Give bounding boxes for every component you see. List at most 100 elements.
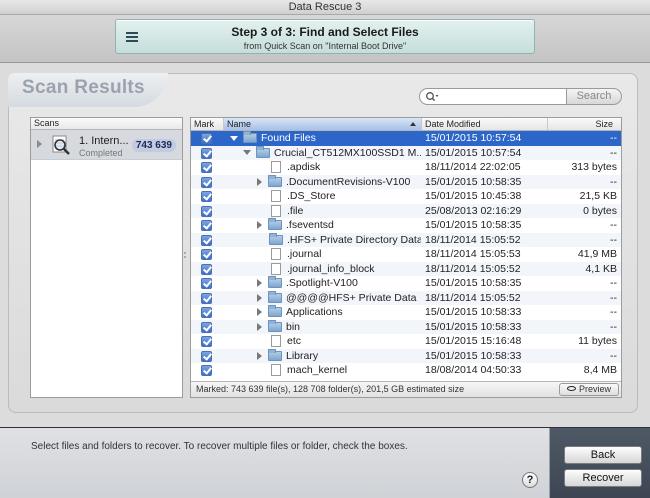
files-table-header: Mark Name Date Modified Size (191, 118, 621, 131)
back-button[interactable]: Back (564, 446, 642, 464)
table-row[interactable]: Crucial_CT512MX100SSD1 M... 15/01/2015 10… (191, 145, 621, 160)
table-row[interactable]: .HFS+ Private Directory Data 18/11/2014 1… (191, 232, 621, 248)
step-subtitle: from Quick Scan on "Internal Boot Drive" (243, 41, 407, 51)
disclosure-triangle-icon[interactable] (257, 279, 262, 288)
table-row[interactable]: .journal_info_block 18/11/2014 15:05:52 4,… (191, 261, 621, 277)
mark-checkbox[interactable] (201, 205, 212, 217)
file-name: .DocumentRevisions-V100 (286, 175, 411, 188)
column-header-size[interactable]: Size (548, 118, 621, 130)
folder-icon (268, 276, 282, 289)
file-name-cell: bin (226, 319, 421, 335)
folder-icon (268, 348, 282, 361)
disclosure-triangle-icon[interactable] (230, 135, 238, 141)
table-row[interactable]: etc 15/01/2015 15:16:48 11 bytes (191, 334, 621, 349)
mark-checkbox[interactable] (201, 307, 212, 318)
search-icon[interactable] (425, 91, 439, 103)
table-row[interactable]: .fseventsd 15/01/2015 10:58:35 -- (191, 218, 621, 233)
mark-checkbox[interactable] (201, 321, 212, 333)
file-date: 18/11/2014 15:05:53 (425, 248, 521, 260)
mark-checkbox[interactable] (201, 278, 212, 289)
disclosure-triangle-icon[interactable] (37, 140, 42, 148)
help-button[interactable]: ? (522, 472, 538, 488)
mark-checkbox[interactable] (201, 133, 212, 144)
checkmark-icon (201, 365, 212, 376)
mark-checkbox[interactable] (201, 191, 212, 202)
table-row[interactable]: bin 15/01/2015 10:58:33 -- (191, 319, 621, 335)
disclosure-triangle-icon[interactable] (257, 308, 262, 317)
file-date: 15/01/2015 10:58:35 (425, 175, 522, 188)
table-row[interactable]: .journal 18/11/2014 15:05:53 41,9 MB (191, 247, 621, 262)
file-icon (271, 161, 281, 174)
table-row[interactable]: mach_kernel 18/08/2014 04:50:33 8,4 MB (191, 363, 621, 378)
step-banner: Step 3 of 3: Find and Select Files from … (115, 19, 535, 54)
files-table: Mark Name Date Modified Size Found Files… (190, 117, 622, 398)
file-name: .file (287, 204, 304, 217)
disclosure-triangle-icon[interactable] (257, 221, 262, 230)
table-row[interactable]: .Spotlight-V100 15/01/2015 10:58:35 -- (191, 276, 621, 291)
table-row[interactable]: Found Files 15/01/2015 10:57:54 -- (191, 131, 621, 146)
recover-button[interactable]: Recover (564, 469, 642, 487)
mark-checkbox[interactable] (201, 234, 212, 246)
file-date: 18/11/2014 22:02:05 (425, 161, 521, 173)
mark-checkbox[interactable] (201, 350, 212, 362)
mark-checkbox[interactable] (201, 263, 212, 275)
file-name-cell: .journal_info_block (226, 262, 421, 277)
table-row[interactable]: .DS_Store 15/01/2015 10:45:38 21,5 KB (191, 189, 621, 204)
file-size: -- (610, 233, 617, 246)
file-name: .HFS+ Private Directory Data (287, 233, 421, 246)
preview-button[interactable]: Preview (559, 383, 619, 396)
disclosure-triangle-icon[interactable] (257, 177, 262, 186)
checkmark-icon (201, 350, 212, 362)
checkmark-icon (201, 278, 212, 289)
search-field[interactable] (419, 88, 567, 105)
table-row[interactable]: Library 15/01/2015 10:58:33 -- (191, 348, 621, 364)
magnifier-document-icon (52, 135, 70, 155)
file-name-cell: .journal (226, 247, 421, 262)
mark-checkbox[interactable] (201, 249, 212, 260)
column-header-date[interactable]: Date Modified (422, 118, 548, 130)
table-row[interactable]: Applications 15/01/2015 10:58:33 -- (191, 305, 621, 320)
file-name-cell: etc (226, 334, 421, 349)
table-row[interactable]: .DocumentRevisions-V100 15/01/2015 10:58:… (191, 174, 621, 189)
file-name-cell: .HFS+ Private Directory Data (226, 232, 421, 248)
window-title: Data Rescue 3 (288, 1, 362, 13)
step-title: Step 3 of 3: Find and Select Files (231, 25, 419, 39)
file-name-cell: .apdisk (226, 160, 421, 175)
file-size: 313 bytes (571, 161, 617, 173)
scan-item[interactable]: 1. Intern... Completed 743 639 (31, 130, 182, 160)
file-icon (271, 262, 281, 275)
disclosure-triangle-icon[interactable] (243, 150, 251, 156)
file-date: 18/11/2014 15:05:52 (425, 262, 521, 275)
file-size: 41,9 MB (577, 248, 617, 260)
mark-checkbox[interactable] (201, 162, 212, 173)
search-input[interactable] (442, 90, 562, 103)
mark-checkbox[interactable] (201, 147, 212, 159)
mark-checkbox[interactable] (201, 176, 212, 188)
file-date: 18/08/2014 04:50:33 (425, 364, 522, 376)
checkmark-icon (201, 336, 212, 347)
mark-checkbox[interactable] (201, 365, 212, 376)
table-row[interactable]: @@@@HFS+ Private Data 18/11/2014 15:05:52… (191, 290, 621, 306)
mark-checkbox[interactable] (201, 336, 212, 347)
file-date: 18/11/2014 15:05:52 (425, 233, 521, 246)
mark-checkbox[interactable] (201, 292, 212, 304)
mark-checkbox[interactable] (201, 220, 212, 231)
footer-bar: Select files and folders to recover. To … (0, 427, 650, 498)
column-header-mark[interactable]: Mark (191, 118, 224, 130)
table-row[interactable]: .apdisk 18/11/2014 22:02:05 313 bytes (191, 160, 621, 175)
file-name-cell: @@@@HFS+ Private Data (226, 290, 421, 306)
file-name-cell: Library (226, 348, 421, 364)
checkmark-icon (201, 133, 212, 144)
file-icon (271, 335, 281, 348)
disclosure-triangle-icon[interactable] (257, 322, 262, 331)
disclosure-triangle-icon[interactable] (257, 351, 262, 360)
search-button[interactable]: Search (567, 88, 622, 105)
folder-icon (243, 131, 257, 144)
table-row[interactable]: .file 25/08/2013 02:16:29 0 bytes (191, 203, 621, 218)
file-size: -- (610, 146, 617, 159)
pane-splitter-handle[interactable] (184, 252, 187, 260)
disclosure-triangle-icon[interactable] (257, 293, 262, 302)
file-name: bin (286, 320, 301, 333)
column-header-name[interactable]: Name (224, 118, 422, 130)
marked-status: Marked: 743 639 file(s), 128 708 folder(… (191, 381, 621, 397)
